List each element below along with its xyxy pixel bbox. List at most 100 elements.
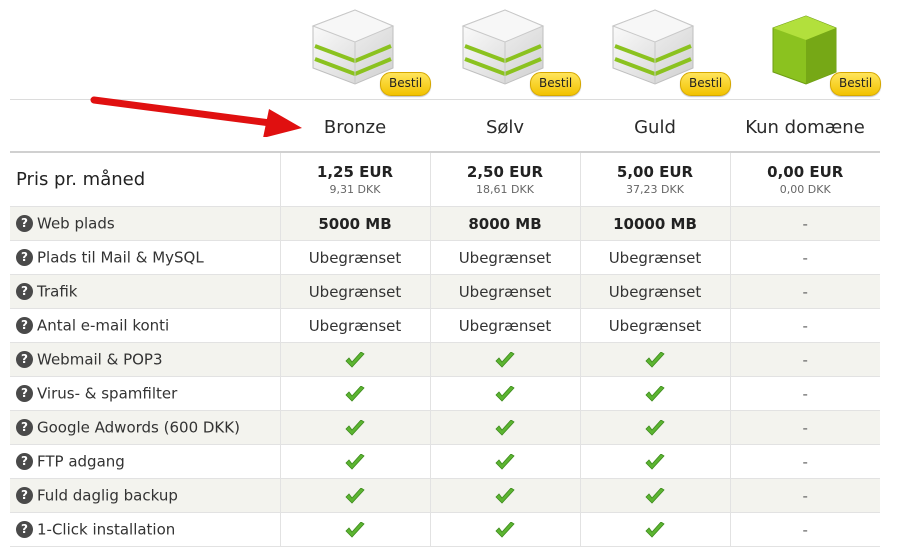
table-row: ? FTP adgang - (10, 444, 880, 479)
plan-name-solv: Sølv (485, 117, 525, 138)
feature-label-cell: ? Plads til Mail & MySQL (10, 240, 280, 275)
checkmark-icon (495, 351, 515, 368)
price-eur: 0,00 EUR (767, 162, 844, 181)
checkmark-icon (345, 351, 365, 368)
check-cell (579, 376, 730, 411)
checkmark-icon (345, 453, 365, 470)
question-icon[interactable]: ? (16, 283, 33, 301)
value-cell: - (729, 240, 880, 275)
question-icon[interactable]: ? (16, 521, 33, 539)
feature-label-cell: ? Trafik (10, 274, 280, 309)
price-cell: 0,00 EUR 0,00 DKK (729, 153, 880, 207)
order-button-bronze[interactable]: Bestil (380, 72, 432, 96)
dash-value: - (802, 248, 808, 267)
feature-label: Webmail & POP3 (37, 350, 163, 369)
order-button-guld[interactable]: Bestil (680, 72, 732, 96)
value-cell: Ubegrænset (429, 308, 580, 343)
plan-name-guld: Guld (634, 117, 676, 138)
question-icon[interactable]: ? (16, 385, 33, 403)
price-dkk: 18,61 DKK (476, 182, 534, 196)
red-arrow-annotation (90, 96, 302, 137)
price-dkk: 37,23 DKK (626, 182, 684, 196)
feature-label-cell: ? Antal e-mail konti (10, 308, 280, 343)
checkmark-icon (345, 385, 365, 402)
checkmark-icon (345, 521, 365, 538)
table-row: ? Webmail & POP3 - (10, 342, 880, 377)
value-cell: - (729, 512, 880, 547)
feature-label: Google Adwords (600 DKK) (37, 418, 240, 437)
question-icon[interactable]: ? (16, 249, 33, 267)
price-row-label: Pris pr. måned (10, 153, 280, 207)
dash-value: - (802, 452, 808, 471)
price-row: Pris pr. måned 1,25 EUR 9,31 DKK 2,50 EUR… (10, 153, 880, 207)
plan-icon-guld[interactable]: Bestil (580, 4, 732, 96)
price-cell: 2,50 EUR 18,61 DKK (429, 153, 580, 207)
checkmark-icon (645, 385, 665, 402)
price-eur: 2,50 EUR (466, 162, 544, 181)
dash-value: - (802, 486, 808, 505)
checkmark-icon (495, 419, 515, 436)
check-cell (579, 512, 730, 547)
checkmark-icon (495, 385, 515, 402)
question-icon[interactable]: ? (16, 351, 33, 369)
price-eur: 1,25 EUR (316, 162, 394, 181)
feature-label: Virus- & spamfilter (37, 384, 178, 403)
feature-label: 1-Click installation (37, 520, 176, 539)
dash-value: - (802, 384, 808, 403)
feature-label-cell: ? Web plads (10, 206, 280, 241)
price-cell: 5,00 EUR 37,23 DKK (579, 153, 730, 207)
table-row: ? Google Adwords (600 DKK) - (10, 410, 880, 445)
table-row: ? Virus- & spamfilter - (10, 376, 880, 411)
value-cell: - (729, 478, 880, 513)
dash-value: - (802, 418, 808, 437)
value-cell: - (729, 444, 880, 479)
feature-label: Antal e-mail konti (37, 316, 170, 335)
dash-value: - (802, 282, 808, 301)
check-cell (579, 410, 730, 445)
price-dkk: 9,31 DKK (329, 182, 381, 196)
table-row: ? Fuld daglig backup - (10, 478, 880, 513)
order-button-kun-domaene[interactable]: Bestil (830, 72, 882, 96)
plan-icons-row: Bestil Bestil Bestil Bestil (0, 0, 905, 100)
check-cell (429, 410, 580, 445)
question-icon[interactable]: ? (16, 453, 33, 471)
check-cell (429, 444, 580, 479)
value-cell: 8000 MB (429, 206, 580, 241)
question-icon[interactable]: ? (16, 317, 33, 335)
table-row: ? 1-Click installation - (10, 512, 880, 547)
question-icon[interactable]: ? (16, 419, 33, 437)
value-cell: Ubegrænset (429, 240, 580, 275)
plan-icon-kun-domaene[interactable]: Bestil (730, 4, 882, 96)
question-icon[interactable]: ? (16, 215, 33, 233)
value-cell: Ubegrænset (279, 240, 430, 275)
checkmark-icon (345, 419, 365, 436)
check-cell (579, 342, 730, 377)
table-row: ? Web plads 5000 MB 8000 MB 10000 MB - (10, 206, 880, 241)
check-cell (429, 342, 580, 377)
value-cell: Ubegrænset (579, 308, 730, 343)
value-cell: - (729, 308, 880, 343)
order-button-solv[interactable]: Bestil (530, 72, 582, 96)
check-cell (279, 376, 430, 411)
price-eur: 5,00 EUR (616, 162, 694, 181)
dash-value: - (802, 214, 808, 233)
feature-label: Fuld daglig backup (37, 486, 178, 505)
feature-label: Plads til Mail & MySQL (37, 248, 204, 267)
value-cell: - (729, 206, 880, 241)
dash-value: - (802, 520, 808, 539)
feature-label: Trafik (37, 282, 78, 301)
check-cell (579, 444, 730, 479)
question-icon[interactable]: ? (16, 487, 33, 505)
value-cell: Ubegrænset (579, 274, 730, 309)
feature-label-cell: ? 1-Click installation (10, 512, 280, 547)
feature-label-cell: ? Virus- & spamfilter (10, 376, 280, 411)
value-cell: - (729, 376, 880, 411)
price-cell: 1,25 EUR 9,31 DKK (279, 153, 430, 207)
plan-icon-bronze[interactable]: Bestil (280, 4, 432, 96)
price-dkk: 0,00 DKK (779, 182, 831, 196)
value-cell: Ubegrænset (579, 240, 730, 275)
feature-label-cell: ? Webmail & POP3 (10, 342, 280, 377)
plan-icon-solv[interactable]: Bestil (430, 4, 582, 96)
plan-name-kun-domaene: Kun domæne (745, 117, 865, 138)
value-cell: - (729, 342, 880, 377)
